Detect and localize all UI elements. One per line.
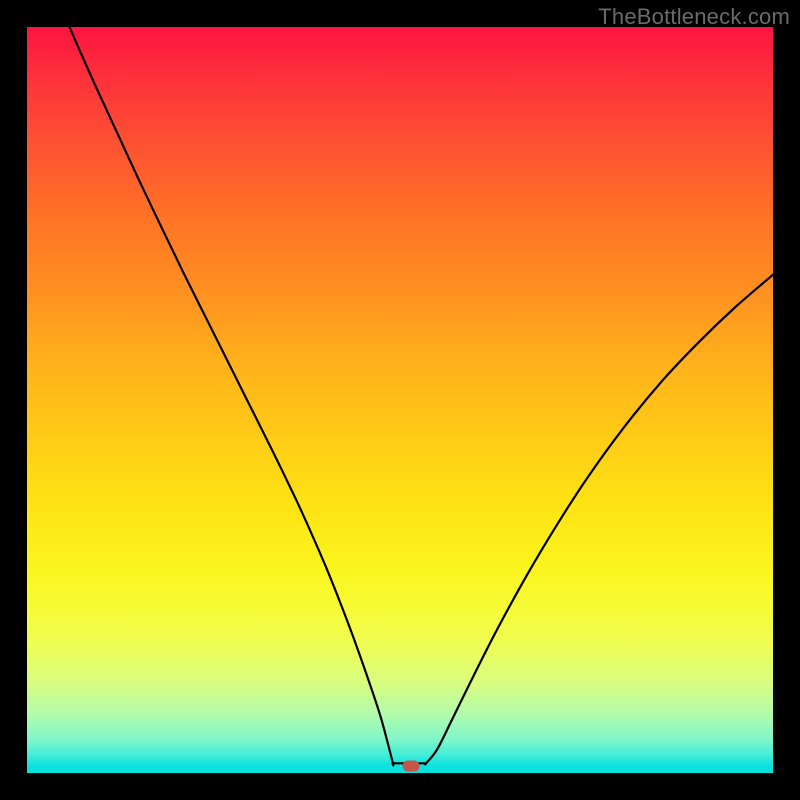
plot-area — [27, 27, 773, 773]
minimum-marker — [403, 760, 420, 771]
bottleneck-curve — [27, 27, 773, 773]
chart-stage: TheBottleneck.com — [0, 0, 800, 800]
